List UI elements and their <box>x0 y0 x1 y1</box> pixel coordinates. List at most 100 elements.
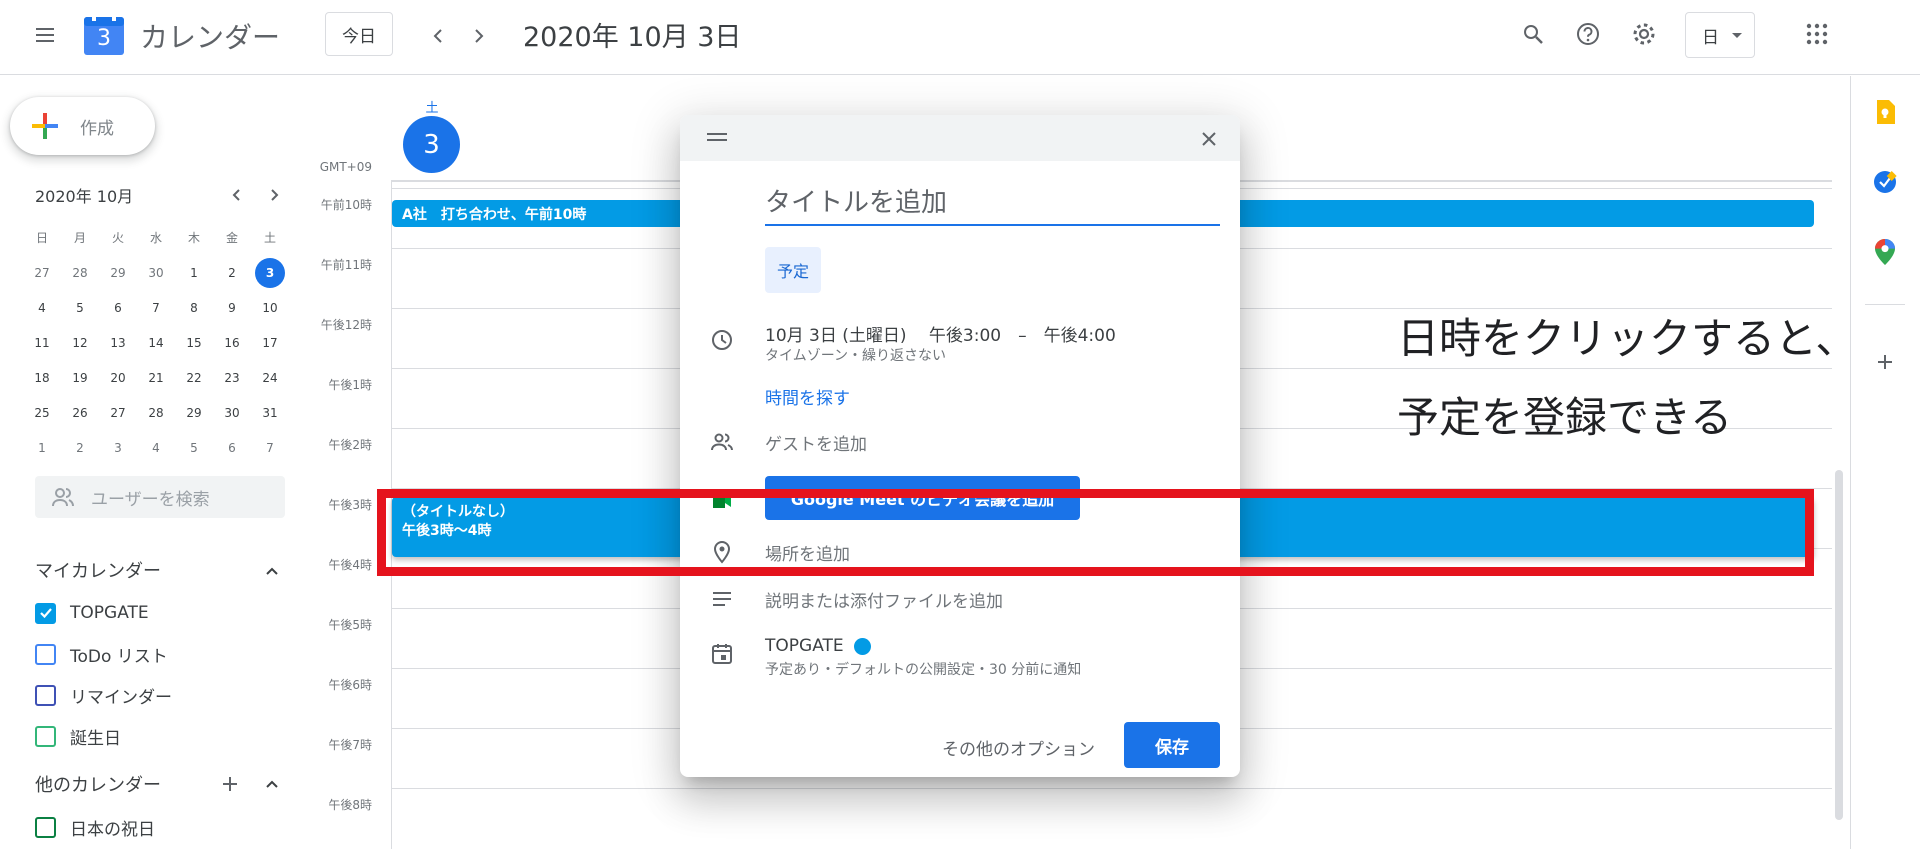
apps-grid-icon[interactable] <box>1797 14 1837 54</box>
checkbox-icon[interactable] <box>35 643 56 665</box>
event-datetime[interactable]: 10月 3日 (土曜日) 午後3:00 – 午後4:00 <box>765 321 1116 346</box>
mini-day-cell[interactable]: 2 <box>215 256 249 290</box>
create-button[interactable]: 作成 <box>10 97 155 155</box>
add-guests-field[interactable]: ゲストを追加 <box>765 430 867 455</box>
mini-prev-month-icon[interactable] <box>222 180 252 210</box>
user-search-input[interactable]: ユーザーを検索 <box>35 476 285 518</box>
mini-day-cell[interactable]: 30 <box>215 396 249 430</box>
mini-day-cell[interactable]: 28 <box>139 396 173 430</box>
tasks-icon[interactable] <box>1867 164 1903 200</box>
mini-day-cell[interactable]: 25 <box>25 396 59 430</box>
calendar-list-item[interactable]: 日本の祝日 <box>35 812 155 842</box>
mini-day-cell[interactable]: 6 <box>215 431 249 465</box>
mini-day-cell[interactable]: 2 <box>63 431 97 465</box>
prev-day-icon[interactable] <box>418 16 458 56</box>
mini-weekday-header: 土 <box>263 231 276 245</box>
plus-icon <box>32 113 58 139</box>
mini-day-cell[interactable]: 12 <box>63 326 97 360</box>
event-title-input[interactable] <box>765 182 1220 226</box>
calendar-selector[interactable]: TOPGATE <box>765 636 871 656</box>
mini-day-cell[interactable]: 6 <box>101 291 135 325</box>
mini-day-cell[interactable]: 20 <box>101 361 135 395</box>
day-number-circle[interactable]: 3 <box>403 116 460 173</box>
add-calendar-plus-icon[interactable] <box>215 769 245 799</box>
mini-day-cell[interactable]: 1 <box>25 431 59 465</box>
find-time-link[interactable]: 時間を探す <box>765 384 850 409</box>
mini-day-cell[interactable]: 11 <box>25 326 59 360</box>
calendar-settings-summary[interactable]: 予定あり・デフォルトの公開設定・30 分前に通知 <box>765 659 1081 679</box>
mini-day-cell[interactable]: 1 <box>177 256 211 290</box>
keep-icon[interactable] <box>1867 94 1903 130</box>
hour-label: 午後4時 <box>328 558 372 572</box>
calendar-list-item[interactable]: 誕生日 <box>35 721 121 751</box>
maps-pin-icon[interactable] <box>1867 234 1903 270</box>
save-button[interactable]: 保存 <box>1124 722 1220 768</box>
view-selector[interactable]: 日 <box>1685 12 1755 58</box>
mini-day-selected[interactable]: 3 <box>255 258 285 288</box>
calendar-list-label: 誕生日 <box>70 728 121 749</box>
event-type-chip[interactable]: 予定 <box>765 247 821 293</box>
mini-day-cell[interactable]: 7 <box>253 431 287 465</box>
add-addon-plus-icon[interactable] <box>1867 344 1903 380</box>
hour-label: 午後12時 <box>320 318 372 332</box>
mini-day-cell[interactable]: 15 <box>177 326 211 360</box>
mini-day-cell[interactable]: 23 <box>215 361 249 395</box>
grid-scrollbar[interactable] <box>1835 470 1843 820</box>
event-title: A社 打ち合わせ、午前10時 <box>402 207 587 223</box>
mini-day-cell[interactable]: 4 <box>139 431 173 465</box>
checkbox-icon[interactable] <box>35 816 56 838</box>
mini-next-month-icon[interactable] <box>259 180 289 210</box>
my-calendars-collapse-icon[interactable] <box>257 556 287 586</box>
mini-day-cell[interactable]: 7 <box>139 291 173 325</box>
mini-day-cell[interactable]: 21 <box>139 361 173 395</box>
mini-day-cell[interactable]: 27 <box>25 256 59 290</box>
settings-gear-icon[interactable] <box>1624 14 1664 54</box>
mini-day-cell[interactable]: 4 <box>25 291 59 325</box>
next-day-icon[interactable] <box>459 16 499 56</box>
checkbox-checked-icon[interactable] <box>35 602 56 624</box>
mini-day-cell[interactable]: 17 <box>253 326 287 360</box>
create-label: 作成 <box>80 119 114 139</box>
calendar-list-label: TOPGATE <box>70 603 149 623</box>
mini-day-cell[interactable]: 14 <box>139 326 173 360</box>
add-description-field[interactable]: 説明または添付ファイルを追加 <box>765 587 1003 612</box>
mini-day-cell[interactable]: 22 <box>177 361 211 395</box>
mini-day-cell[interactable]: 29 <box>177 396 211 430</box>
mini-day-cell[interactable]: 29 <box>101 256 135 290</box>
mini-day-cell[interactable]: 18 <box>25 361 59 395</box>
mini-day-cell[interactable]: 5 <box>177 431 211 465</box>
mini-day-cell[interactable]: 27 <box>101 396 135 430</box>
help-icon[interactable] <box>1568 14 1608 54</box>
timezone-repeat[interactable]: タイムゾーン・繰り返さない <box>765 345 946 365</box>
view-selector-label: 日 <box>1702 27 1719 48</box>
checkbox-icon[interactable] <box>35 725 56 747</box>
calendar-list-item[interactable]: ToDo リスト <box>35 639 168 669</box>
calendar-logo: 3 <box>84 13 124 55</box>
main-menu-icon[interactable] <box>25 15 65 55</box>
mini-day-cell[interactable]: 3 <box>101 431 135 465</box>
mini-day-cell[interactable]: 5 <box>63 291 97 325</box>
dialog-drag-bar[interactable] <box>680 115 1240 161</box>
mini-day-cell[interactable]: 19 <box>63 361 97 395</box>
mini-day-cell[interactable]: 8 <box>177 291 211 325</box>
other-calendars-collapse-icon[interactable] <box>257 769 287 799</box>
mini-day-cell[interactable]: 28 <box>63 256 97 290</box>
mini-day-cell[interactable]: 26 <box>63 396 97 430</box>
mini-day-cell[interactable]: 30 <box>139 256 173 290</box>
current-date-title: 2020年 10月 3日 <box>523 22 742 53</box>
app-title: カレンダー <box>140 21 281 54</box>
today-button[interactable]: 今日 <box>325 12 393 56</box>
calendar-list-item[interactable]: リマインダー <box>35 680 172 710</box>
checkbox-icon[interactable] <box>35 684 56 706</box>
hour-label: 午前11時 <box>320 258 372 272</box>
mini-day-cell[interactable]: 24 <box>253 361 287 395</box>
mini-day-cell[interactable]: 10 <box>253 291 287 325</box>
mini-day-cell[interactable]: 13 <box>101 326 135 360</box>
mini-day-cell[interactable]: 31 <box>253 396 287 430</box>
mini-day-cell[interactable]: 16 <box>215 326 249 360</box>
calendar-list-item[interactable]: TOPGATE <box>35 598 149 628</box>
search-icon[interactable] <box>1513 14 1553 54</box>
more-options-button[interactable]: その他のオプション <box>942 735 1095 760</box>
mini-day-cell[interactable]: 9 <box>215 291 249 325</box>
close-icon[interactable] <box>1193 123 1225 155</box>
